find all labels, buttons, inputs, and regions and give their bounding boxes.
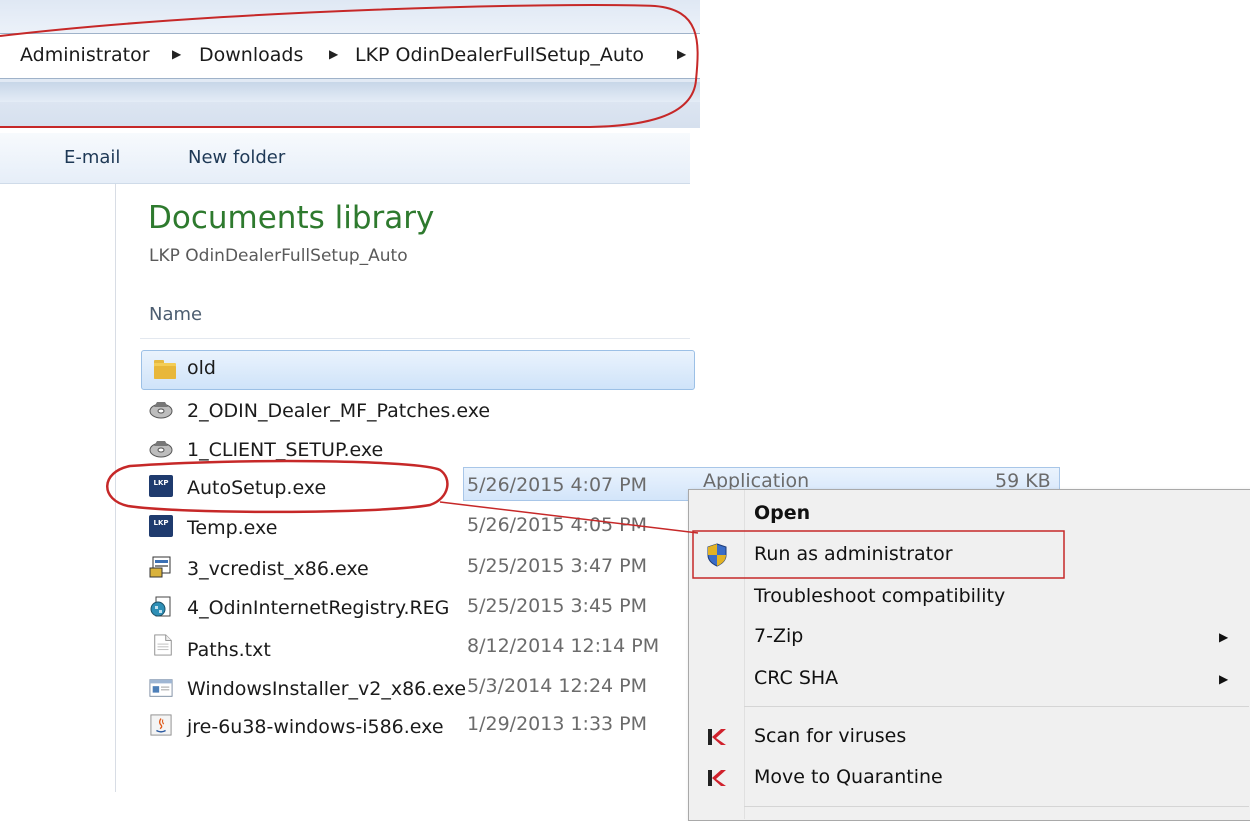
menu-item-label: Move to Quarantine [754, 766, 943, 788]
menu-item-label: Troubleshoot compatibility [754, 585, 1006, 607]
registry-icon [150, 596, 171, 617]
setup-icon [149, 556, 171, 578]
lkp-app-icon: LKP [149, 475, 173, 497]
file-date: 1/29/2013 1:33 PM [467, 713, 648, 735]
column-divider [140, 338, 690, 339]
menu-item-troubleshoot-compatibility[interactable]: Troubleshoot compatibility [690, 580, 1248, 614]
file-date: 5/3/2014 12:24 PM [467, 675, 648, 697]
menu-item-7zip[interactable]: 7-Zip ▶ [690, 620, 1248, 654]
file-date: 5/25/2015 3:45 PM [467, 595, 648, 617]
installer-disc-icon [149, 441, 173, 458]
menu-item-crc-sha[interactable]: CRC SHA ▶ [690, 662, 1248, 696]
menu-item-label: Run as administrator [754, 543, 953, 565]
file-name: old [187, 357, 216, 379]
menu-item-move-to-quarantine[interactable]: Move to Quarantine [690, 759, 1248, 795]
menu-item-label: CRC SHA [754, 667, 839, 689]
submenu-arrow-icon: ▶ [1219, 630, 1229, 644]
command-toolbar: E-mail New folder [0, 133, 690, 184]
menu-separator [744, 806, 1249, 807]
lkp-app-icon: LKP [149, 515, 173, 537]
file-date: 5/26/2015 4:05 PM [467, 514, 648, 536]
list-item[interactable]: old [141, 350, 693, 386]
menu-item-label: 7-Zip [754, 625, 804, 647]
library-subtitle: LKP OdinDealerFullSetup_Auto [149, 246, 408, 266]
menu-item-run-as-administrator[interactable]: Run as administrator [690, 536, 1248, 572]
file-name: 2_ODIN_Dealer_MF_Patches.exe [187, 400, 491, 422]
email-button[interactable]: E-mail [64, 147, 120, 168]
file-name: 1_CLIENT_SETUP.exe [187, 439, 384, 461]
folder-icon [154, 360, 176, 379]
menu-item-open[interactable]: Open [690, 498, 1248, 530]
menu-item-label: Open [754, 502, 811, 524]
file-name: Temp.exe [187, 517, 278, 539]
file-date: 5/25/2015 3:47 PM [467, 555, 648, 577]
column-header-name[interactable]: Name [149, 304, 202, 325]
new-folder-button[interactable]: New folder [188, 147, 285, 168]
svg-text:LKP: LKP [153, 519, 168, 527]
menu-separator [744, 706, 1249, 707]
address-highlight-annotation [0, 4, 699, 128]
menu-item-scan-for-viruses[interactable]: Scan for viruses [690, 718, 1248, 754]
text-file-icon [154, 634, 172, 656]
file-name: Paths.txt [187, 639, 271, 661]
file-date: 5/26/2015 4:07 PM [467, 474, 648, 496]
kaspersky-icon [708, 770, 726, 786]
kaspersky-icon [708, 729, 726, 745]
uac-shield-icon [707, 543, 727, 567]
file-name: WindowsInstaller_v2_x86.exe [187, 678, 467, 700]
file-date: 8/12/2014 12:14 PM [467, 635, 660, 657]
java-icon [150, 714, 172, 736]
file-name: 3_vcredist_x86.exe [187, 558, 369, 580]
submenu-arrow-icon: ▶ [1219, 672, 1229, 686]
installer-disc-icon [149, 402, 173, 419]
menu-item-label: Scan for viruses [754, 725, 907, 747]
window-app-icon [149, 679, 173, 697]
address-bar-area: Administrator ▶ Downloads ▶ LKP OdinDeal… [0, 0, 700, 128]
file-name: 4_OdinInternetRegistry.REG [187, 597, 450, 619]
list-item[interactable]: 1_CLIENT_SETUP.exe [141, 431, 693, 467]
file-name: AutoSetup.exe [187, 477, 327, 499]
list-item[interactable]: 2_ODIN_Dealer_MF_Patches.exe [141, 392, 693, 428]
library-title: Documents library [148, 200, 435, 236]
svg-text:LKP: LKP [153, 479, 168, 487]
file-name: jre-6u38-windows-i586.exe [187, 716, 444, 738]
